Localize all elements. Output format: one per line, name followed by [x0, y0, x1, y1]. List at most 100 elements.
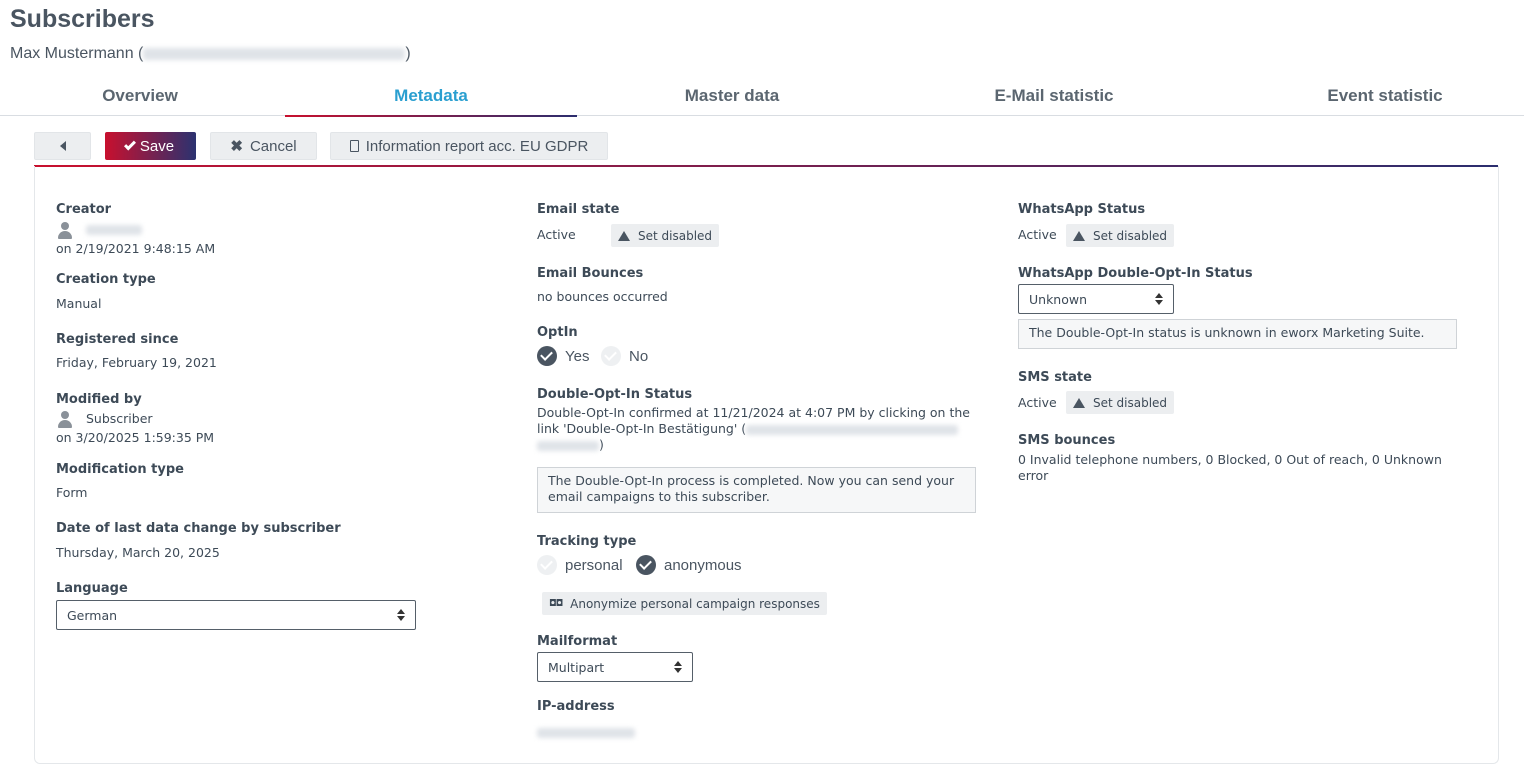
gdpr-report-label: Information report acc. EU GDPR: [365, 137, 589, 155]
ip-address-value: [537, 724, 635, 739]
tab-master-data[interactable]: Master data: [582, 78, 882, 116]
tracking-type-label: Tracking type: [537, 534, 637, 549]
subscriber-name: Max Mustermann: [10, 45, 134, 62]
modified-date: on 3/20/2025 1:59:35 PM: [56, 430, 215, 445]
sms-bounces-line2: error: [1018, 468, 1049, 483]
email-set-disabled-label: Set disabled: [638, 228, 713, 243]
modified-by-name: Subscriber: [85, 410, 153, 426]
save-label: Save: [139, 137, 175, 155]
tab-bar: Overview Metadata Master data E-Mail sta…: [0, 78, 1524, 117]
email-bounces-value: no bounces occurred: [537, 289, 668, 304]
optin-yes-radio[interactable]: Yes: [537, 346, 589, 366]
tracking-anonymous-label: anonymous: [664, 556, 742, 574]
email-state-value: Active: [537, 227, 576, 242]
creator-date: on 2/19/2021 9:48:15 AM: [56, 241, 216, 256]
document-icon: [349, 140, 359, 152]
sms-state-label: SMS state: [1018, 370, 1092, 385]
modified-by-value: Subscriber: [56, 410, 153, 428]
check-icon: [123, 138, 136, 151]
doi-url-redacted-cont: [537, 440, 599, 451]
optin-yes-label: Yes: [565, 347, 590, 365]
anonymize-responses-button[interactable]: ◘◘ Anonymize personal campaign responses: [542, 592, 827, 615]
sort-arrows-icon: [674, 661, 682, 674]
save-button[interactable]: Save: [105, 132, 196, 160]
subscriber-subtitle: Max Mustermann (): [10, 45, 411, 63]
tracking-personal-radio[interactable]: personal: [537, 555, 623, 575]
mailformat-selected: Multipart: [548, 659, 605, 675]
close-icon: ✖: [230, 138, 243, 155]
mask-icon: ◘◘: [549, 598, 563, 609]
doi-url-redacted: [746, 424, 959, 435]
language-selected: German: [67, 607, 118, 623]
tab-event-statistic[interactable]: Event statistic: [1230, 78, 1524, 116]
email-set-disabled-button[interactable]: Set disabled: [611, 224, 720, 247]
mailformat-select[interactable]: Multipart: [537, 652, 693, 682]
whatsapp-doi-select[interactable]: Unknown: [1018, 284, 1174, 314]
whatsapp-doi-info-box: The Double-Opt-In status is unknown in e…: [1018, 319, 1457, 349]
unchecked-circle-icon: [537, 555, 557, 575]
ip-address-label: IP-address: [537, 699, 615, 714]
close-paren: ): [405, 45, 411, 62]
tab-overview[interactable]: Overview: [0, 78, 280, 116]
whatsapp-status-value: Active: [1018, 227, 1057, 242]
language-select[interactable]: German: [56, 600, 416, 630]
mailformat-label: Mailformat: [537, 634, 618, 649]
doi-link-text: link 'Double-Opt-In Bestätigung' (: [537, 421, 747, 436]
creator-name-redacted: [85, 225, 142, 235]
creator-label: Creator: [56, 202, 112, 217]
email-state-label: Email state: [537, 202, 620, 217]
doi-status-line1: Double-Opt-In confirmed at 11/21/2024 at…: [537, 405, 970, 420]
doi-status-line2: link 'Double-Opt-In Bestätigung' (: [537, 421, 959, 436]
warning-icon: [618, 230, 630, 241]
checked-circle-icon: [537, 346, 557, 366]
gdpr-report-button[interactable]: Information report acc. EU GDPR: [330, 132, 608, 160]
cancel-button[interactable]: ✖ Cancel: [210, 132, 317, 160]
sort-arrows-icon: [1155, 293, 1163, 306]
sort-arrows-icon: [397, 609, 405, 622]
modification-type-label: Modification type: [56, 462, 184, 477]
sms-bounces-label: SMS bounces: [1018, 433, 1116, 448]
language-label: Language: [56, 581, 128, 596]
tab-email-statistic[interactable]: E-Mail statistic: [890, 78, 1218, 116]
doi-close-paren: ): [599, 437, 604, 452]
creation-type-value: Manual: [56, 296, 102, 311]
optin-no-label: No: [629, 347, 649, 365]
checked-circle-icon: [636, 555, 656, 575]
whatsapp-set-disabled-button[interactable]: Set disabled: [1066, 224, 1175, 247]
last-change-value: Thursday, March 20, 2025: [56, 545, 220, 560]
subscriber-email-redacted: [143, 47, 406, 60]
tracking-anonymous-radio[interactable]: anonymous: [636, 555, 742, 575]
user-icon: [56, 221, 74, 239]
tab-metadata[interactable]: Metadata: [285, 78, 577, 117]
sms-set-disabled-label: Set disabled: [1093, 395, 1168, 410]
tracking-personal-label: personal: [565, 556, 623, 574]
optin-label: OptIn: [537, 325, 578, 340]
optin-no-radio[interactable]: No: [601, 346, 648, 366]
sms-bounces-line1: 0 Invalid telephone numbers, 0 Blocked, …: [1018, 452, 1442, 467]
modification-type-value: Form: [56, 485, 88, 500]
anonymize-label: Anonymize personal campaign responses: [570, 596, 820, 611]
metadata-panel: Creator on 2/19/2021 9:48:15 AM Creation…: [34, 166, 1499, 764]
warning-icon: [1073, 397, 1085, 408]
modified-by-label: Modified by: [56, 392, 142, 407]
caret-left-icon: [59, 141, 66, 151]
user-icon: [56, 410, 74, 428]
unchecked-circle-icon: [601, 346, 621, 366]
doi-info-box: The Double-Opt-In process is completed. …: [537, 467, 976, 513]
cancel-label: Cancel: [249, 137, 297, 155]
registered-since-label: Registered since: [56, 332, 179, 347]
creator-value: [56, 221, 142, 239]
whatsapp-set-disabled-label: Set disabled: [1093, 228, 1168, 243]
ip-address-redacted: [537, 727, 635, 738]
sms-set-disabled-button[interactable]: Set disabled: [1066, 391, 1175, 414]
sms-state-value: Active: [1018, 395, 1057, 410]
email-bounces-label: Email Bounces: [537, 266, 644, 281]
creation-type-label: Creation type: [56, 272, 156, 287]
whatsapp-doi-selected: Unknown: [1029, 291, 1088, 307]
back-button[interactable]: [34, 132, 91, 160]
whatsapp-doi-label: WhatsApp Double-Opt-In Status: [1018, 266, 1253, 281]
doi-status-label: Double-Opt-In Status: [537, 387, 693, 402]
whatsapp-status-label: WhatsApp Status: [1018, 202, 1146, 217]
warning-icon: [1073, 230, 1085, 241]
registered-since-value: Friday, February 19, 2021: [56, 355, 217, 370]
